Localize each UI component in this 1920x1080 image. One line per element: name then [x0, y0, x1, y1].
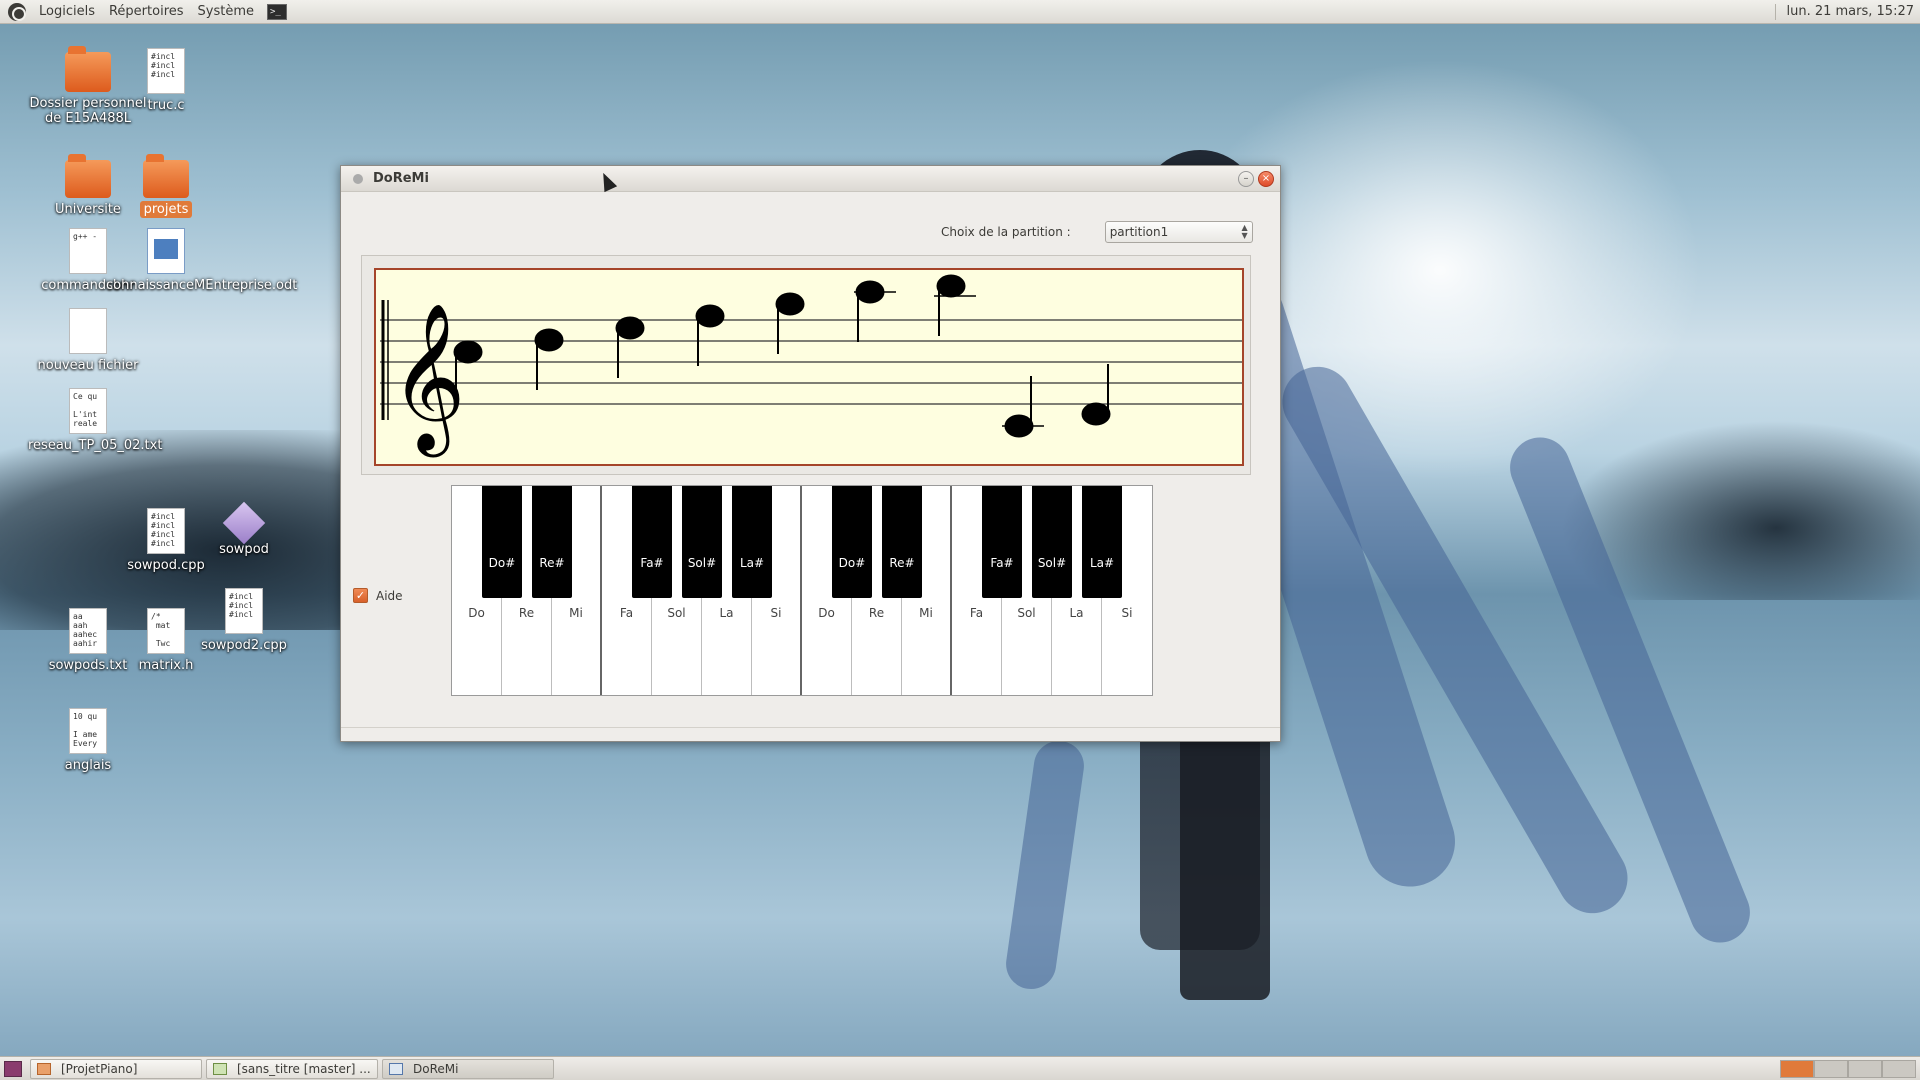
minimize-button[interactable]: –	[1238, 170, 1254, 187]
folder-icon	[143, 154, 189, 198]
desktop-icon-label: anglais	[64, 758, 112, 773]
desktop-icon-sowpod2-cpp[interactable]: #incl #incl #incl sowpod2.cpp	[184, 588, 304, 653]
wallpaper-figure-legs	[1180, 700, 1270, 1000]
partition-choice-row: Choix de la partition : partition1 ▲ ▼	[941, 221, 1253, 243]
desktop-icon-anglais[interactable]: 10 qu I ame Every anglais	[28, 708, 148, 773]
black-key[interactable]: La#	[732, 486, 772, 598]
note	[534, 328, 564, 390]
window-icon	[389, 1062, 403, 1075]
odt-file-icon	[147, 228, 185, 274]
spin-arrows-icon: ▲ ▼	[1241, 223, 1248, 240]
ubuntu-logo-icon[interactable]	[8, 2, 26, 21]
black-key[interactable]: Fa#	[632, 486, 672, 598]
wallpaper-hair-strand	[1002, 737, 1088, 993]
terminal-launcher-icon[interactable]: >_	[267, 3, 288, 20]
desktop-icon-projets[interactable]: projets	[106, 154, 226, 218]
partition-combobox[interactable]: partition1 ▲ ▼	[1104, 221, 1253, 243]
music-staff: 𝄞	[374, 268, 1244, 466]
partition-choice-label: Choix de la partition :	[941, 225, 1071, 239]
text-file-icon	[69, 308, 107, 354]
black-key[interactable]: Sol#	[1032, 486, 1072, 598]
note	[854, 280, 896, 342]
note	[1002, 376, 1044, 438]
taskbar-item-projetpiano[interactable]: [ProjetPiano]	[30, 1058, 202, 1079]
window-title: DoReMi	[373, 171, 429, 186]
aide-checkbox-row[interactable]: ✓ Aide	[353, 588, 403, 603]
workspace-3[interactable]	[1848, 1059, 1882, 1078]
desktop-icon-label: connaissanceMEntreprise.odt	[106, 278, 298, 293]
treble-clef-icon: 𝄞	[390, 302, 466, 457]
note	[775, 292, 805, 354]
desktop-icon-label: sowpod2.cpp	[201, 638, 287, 653]
menu-repertoires[interactable]: Répertoires	[102, 4, 191, 19]
clock[interactable]: lun. 21 mars, 15:27	[1786, 4, 1914, 19]
desktop-icon-reseau[interactable]: Ce qu L'int reale reseau_TP_05_02.txt	[28, 388, 163, 453]
show-desktop-icon[interactable]	[4, 1060, 22, 1077]
window-buttons: – ×	[1238, 170, 1274, 187]
score-frame: 𝄞	[361, 255, 1251, 475]
desktop-icon-label: sowpod	[219, 542, 269, 557]
text-file-icon: #incl #incl #incl #incl	[147, 508, 185, 554]
folder-icon	[37, 1062, 51, 1075]
text-file-icon: /* mat Twc	[147, 608, 185, 654]
workspace-1[interactable]	[1780, 1059, 1814, 1078]
workspace-2[interactable]	[1814, 1059, 1848, 1078]
black-key[interactable]: Fa#	[982, 486, 1022, 598]
close-button[interactable]: ×	[1258, 170, 1274, 187]
black-key[interactable]: Re#	[882, 486, 922, 598]
text-file-icon: #incl #incl #incl	[225, 588, 263, 634]
staff-svg: 𝄞	[380, 274, 1242, 457]
black-key[interactable]: Re#	[532, 486, 572, 598]
window-titlebar[interactable]: DoReMi – ×	[341, 166, 1280, 192]
desktop-icon-truc-c[interactable]: #incl #incl #incl truc.c	[106, 48, 226, 113]
desktop-icon-nouveau-fichier[interactable]: nouveau fichier	[28, 308, 148, 373]
piano-keyboard: Do Re Mi Fa Sol La Si Do Re Mi Fa Sol La…	[451, 485, 1153, 696]
note	[615, 316, 645, 378]
desktop-icon-label: matrix.h	[138, 658, 194, 673]
note	[695, 304, 725, 366]
text-file-icon: 10 qu I ame Every	[69, 708, 107, 754]
workspace-switcher	[1780, 1059, 1916, 1078]
text-file-icon: g++ -	[69, 228, 107, 274]
desktop-icon-label: projets	[106, 201, 226, 218]
desktop-icon-sowpod[interactable]: sowpod	[184, 501, 304, 557]
doremi-window: DoReMi – × Choix de la partition : parti…	[340, 165, 1281, 742]
editor-icon	[213, 1062, 227, 1075]
black-key[interactable]: Sol#	[682, 486, 722, 598]
desktop-icon-label: sowpod.cpp	[127, 558, 205, 573]
executable-icon	[222, 501, 266, 545]
black-key[interactable]: Do#	[832, 486, 872, 598]
window-menu-icon[interactable]	[353, 173, 363, 184]
desktop-icon-odt[interactable]: connaissanceMEntreprise.odt	[106, 228, 298, 293]
taskbar-item-doremi[interactable]: DoReMi	[382, 1058, 554, 1079]
black-key[interactable]: Do#	[482, 486, 522, 598]
workspace-4[interactable]	[1882, 1059, 1916, 1078]
note	[1081, 364, 1111, 426]
partition-combobox-value: partition1	[1109, 225, 1169, 239]
aide-checkbox[interactable]: ✓	[353, 588, 368, 603]
desktop-icon-label: truc.c	[147, 98, 185, 113]
taskbar-item-sans-titre[interactable]: [sans_titre [master] ...	[206, 1058, 378, 1079]
text-file-icon: Ce qu L'int reale	[69, 388, 107, 434]
window-statusbar	[341, 727, 1280, 741]
bottom-taskbar: [ProjetPiano] [sans_titre [master] ... D…	[0, 1056, 1920, 1080]
black-key[interactable]: La#	[1082, 486, 1122, 598]
folder-icon	[65, 154, 111, 198]
top-panel-right: lun. 21 mars, 15:27	[1775, 3, 1920, 20]
desktop-icon-label: nouveau fichier	[37, 358, 139, 373]
text-file-icon: aa aah aahec aahir	[69, 608, 107, 654]
menu-logiciels[interactable]: Logiciels	[32, 4, 102, 19]
panel-separator	[1775, 3, 1777, 20]
top-panel: Logiciels Répertoires Système >_ lun. 21…	[0, 0, 1920, 24]
text-file-icon: #incl #incl #incl	[147, 48, 185, 94]
aide-label: Aide	[376, 588, 403, 603]
desktop-icon-label: reseau_TP_05_02.txt	[28, 438, 163, 453]
home-folder-icon	[65, 46, 111, 92]
menu-systeme[interactable]: Système	[191, 4, 261, 19]
note	[934, 274, 976, 336]
